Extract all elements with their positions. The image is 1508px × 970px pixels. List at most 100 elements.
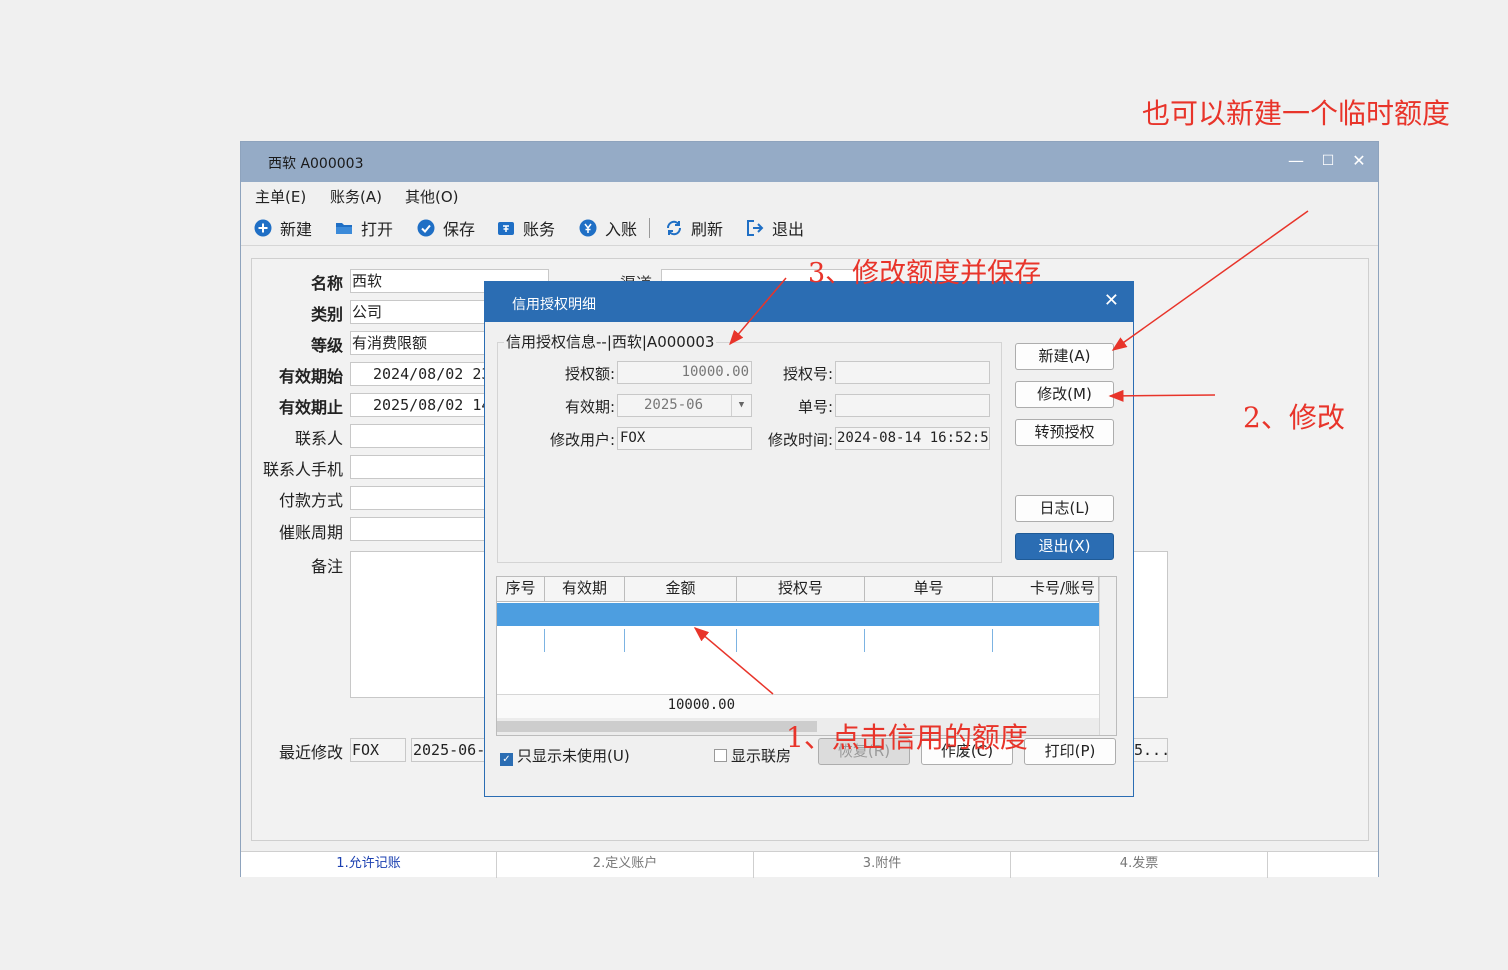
contact-phone-label: 联系人手机 <box>262 460 343 479</box>
dunning-label: 催账周期 <box>278 523 343 542</box>
log-button[interactable]: 日志(L) <box>1015 495 1114 522</box>
new-label: 新建 <box>280 220 313 239</box>
tab-attachments[interactable]: 3.附件 <box>754 852 1011 878</box>
transfer-preauth-button[interactable]: 转预授权 <box>1015 419 1114 446</box>
level-field[interactable]: 有消费限额 <box>350 331 490 355</box>
name-label: 名称 <box>310 274 343 293</box>
account-button[interactable]: 账务 <box>497 216 555 240</box>
last-modified-user: FOX <box>350 738 406 762</box>
category-label: 类别 <box>310 305 343 324</box>
show-linked-label: 显示联房 <box>731 747 792 765</box>
account-label: 账务 <box>523 220 556 239</box>
total-amount: 10000.00 <box>667 697 735 713</box>
dunning-field[interactable] <box>350 517 490 541</box>
dialog-exit-button[interactable]: 退出(X) <box>1015 533 1114 560</box>
bill-no-label: 单号: <box>797 398 833 416</box>
annotation-step3: 3、修改额度并保存 <box>808 258 1042 289</box>
auth-no-label: 授权号: <box>782 365 833 383</box>
column-header-auth-no[interactable]: 授权号 <box>737 577 865 602</box>
payment-label: 付款方式 <box>278 491 343 510</box>
bottom-tab-bar: 1.允许记账 2.定义账户 3.附件 4.发票 <box>241 851 1378 878</box>
title-bar: 西软 A000003 — ☐ ✕ <box>241 142 1378 182</box>
open-button[interactable]: 打开 <box>335 216 393 240</box>
last-modified-label: 最近修改 <box>278 743 343 762</box>
dialog-modify-button[interactable]: 修改(M) <box>1015 381 1114 408</box>
column-header-amount[interactable]: 金额 <box>625 577 737 602</box>
only-unused-label: 只显示未使用(U) <box>517 747 630 765</box>
refresh-button[interactable]: 刷新 <box>665 216 723 240</box>
window-title: 西软 A000003 <box>268 156 364 172</box>
print-button[interactable]: 打印(P) <box>1024 738 1116 765</box>
cell-auth-no <box>737 629 865 652</box>
auth-no-field[interactable] <box>835 361 990 384</box>
valid-end-field[interactable]: 2025/08/02 14: <box>350 393 490 417</box>
menu-other[interactable]: 其他(O) <box>405 186 459 207</box>
valid-start-field[interactable]: 2024/08/02 23: <box>350 362 490 386</box>
modify-time-field[interactable]: 2024-08-14 16:52:50 <box>835 427 990 450</box>
auth-amount-label: 授权额: <box>564 365 615 383</box>
column-header-seq[interactable]: 序号 <box>497 577 545 602</box>
menu-bar: 主单(E) 账务(A) 其他(O) <box>241 182 1378 210</box>
maximize-button[interactable]: ☐ <box>1317 150 1339 172</box>
table-footer: 10000.00 <box>497 694 1099 718</box>
contact-field[interactable] <box>350 424 490 448</box>
dialog-new-button[interactable]: 新建(A) <box>1015 343 1114 370</box>
annotation-step2: 2、修改 <box>1243 401 1345 434</box>
exit-label: 退出 <box>772 220 805 239</box>
checkbox-checked-icon: ✓ <box>500 753 513 766</box>
annotation-step1: 1、点击信用的额度 <box>786 721 1028 754</box>
menu-main-bill[interactable]: 主单(E) <box>255 186 306 207</box>
post-button[interactable]: 入账 <box>579 216 637 240</box>
category-field[interactable]: 公司 <box>350 300 490 324</box>
horizontal-scrollbar-thumb[interactable] <box>497 721 817 732</box>
refresh-icon <box>666 220 682 236</box>
credit-info-group-title: 信用授权信息--|西软|A000003 <box>504 331 717 352</box>
refresh-label: 刷新 <box>691 220 724 239</box>
valid-end-label: 有效期止 <box>278 398 343 417</box>
dialog-close-button[interactable]: ✕ <box>1104 290 1119 311</box>
valid-start-label: 有效期始 <box>278 367 343 386</box>
show-linked-checkbox[interactable]: 显示联房 <box>714 745 791 766</box>
column-header-card-no[interactable]: 卡号/账号 <box>993 577 1099 602</box>
exit-icon <box>747 220 764 236</box>
tab-invoice[interactable]: 4.发票 <box>1011 852 1268 878</box>
yen-coin-icon <box>579 219 597 237</box>
post-label: 入账 <box>605 220 638 239</box>
only-unused-checkbox[interactable]: ✓ 只显示未使用(U) <box>500 745 630 766</box>
checkbox-unchecked-icon <box>714 749 727 762</box>
valid-period-label: 有效期: <box>564 398 615 416</box>
last-modified-time: 2025-06-0 <box>411 738 491 762</box>
menu-accounts[interactable]: 账务(A) <box>330 186 382 207</box>
open-label: 打开 <box>361 220 394 239</box>
cell-bill-no <box>865 629 993 652</box>
save-label: 保存 <box>443 220 476 239</box>
column-header-valid[interactable]: 有效期 <box>545 577 625 602</box>
dialog-title: 信用授权明细 <box>512 297 596 313</box>
close-button[interactable]: ✕ <box>1348 150 1370 172</box>
bill-no-field[interactable] <box>835 394 990 417</box>
annotation-new-temp-limit: 也可以新建一个临时额度 <box>1142 97 1451 130</box>
table-row[interactable]: 1 25-06 10000.00 <box>497 603 1099 652</box>
new-button[interactable]: 新建 <box>254 216 312 240</box>
column-header-bill-no[interactable]: 单号 <box>865 577 993 602</box>
tab-define-account[interactable]: 2.定义账户 <box>497 852 754 878</box>
exit-button[interactable]: 退出 <box>746 216 804 240</box>
modify-user-field[interactable]: FOX <box>617 427 752 450</box>
contact-phone-field[interactable] <box>350 455 490 479</box>
tab-allow-charge[interactable]: 1.允许记账 <box>241 852 497 878</box>
credit-auth-table: 序号 有效期 金额 授权号 单号 卡号/账号 1 25-06 10000.00 … <box>496 576 1117 736</box>
wallet-icon <box>498 222 514 235</box>
save-button[interactable]: 保存 <box>417 216 475 240</box>
valid-period-select[interactable]: 2025-06 ▼ <box>617 394 752 417</box>
contact-label: 联系人 <box>294 429 343 448</box>
cell-seq: 1 <box>497 629 545 652</box>
auth-amount-field[interactable]: 10000.00 <box>617 361 752 384</box>
vertical-scrollbar[interactable] <box>1099 577 1116 735</box>
remark-label: 备注 <box>310 557 343 576</box>
minimize-button[interactable]: — <box>1285 150 1307 172</box>
payment-field[interactable] <box>350 486 490 510</box>
folder-icon <box>336 223 352 234</box>
valid-period-value: 2025-06 <box>644 397 704 413</box>
chevron-down-icon[interactable]: ▼ <box>731 395 751 416</box>
check-circle-icon <box>417 219 435 237</box>
